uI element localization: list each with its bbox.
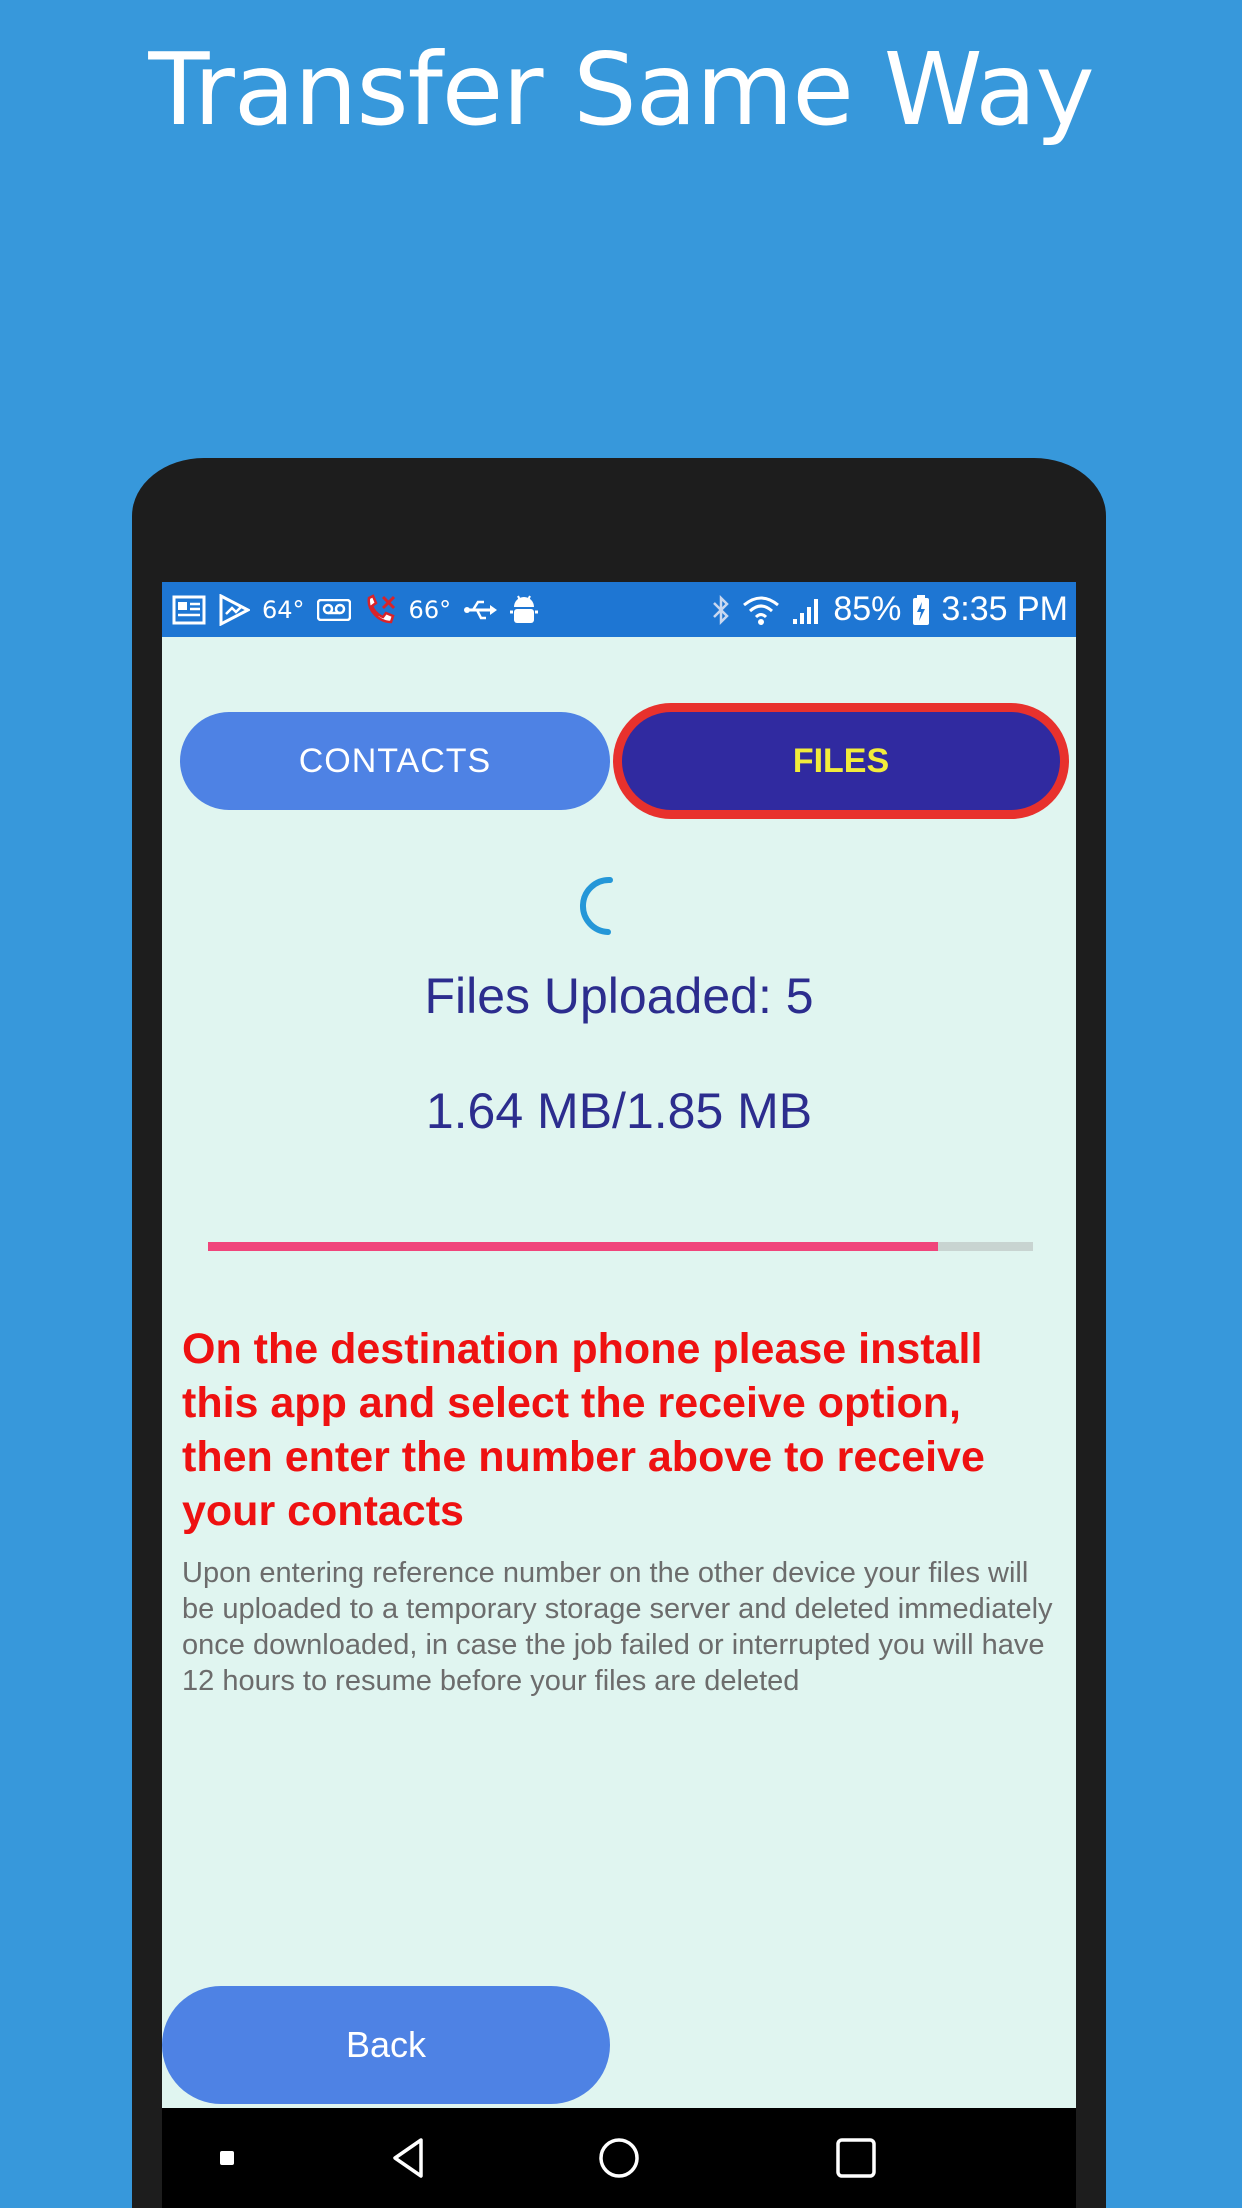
voicemail-icon — [316, 598, 351, 621]
transfer-size: 1.64 MB/1.85 MB — [425, 1083, 813, 1139]
news-icon — [172, 595, 206, 625]
back-icon[interactable] — [379, 2128, 439, 2188]
app-screen: 64° 66° 85% 3:35 PM CONTACTS FILES Files… — [162, 582, 1076, 2208]
files-uploaded-count: Files Uploaded: 5 — [424, 968, 814, 1024]
status-bar-right: 85% 3:35 PM — [711, 582, 1068, 637]
home-icon[interactable] — [589, 2128, 649, 2188]
tab-files[interactable]: FILES — [622, 712, 1060, 810]
status-bar-left: 64° 66° — [172, 582, 539, 637]
battery-percent: 85% — [833, 590, 902, 628]
battery-icon — [911, 594, 931, 626]
storage-info-text: Upon entering reference number on the ot… — [182, 1557, 1053, 1697]
weather-temp-2: 66° — [408, 595, 452, 624]
upload-progress-bar — [208, 1242, 1033, 1251]
android-nav-bar — [162, 2108, 1076, 2208]
upload-progress-fill — [208, 1242, 939, 1251]
promo-title: Transfer Same Way — [148, 31, 1094, 148]
usb-icon — [463, 598, 498, 622]
destination-instructions: On the destination phone please install … — [182, 1325, 985, 1535]
recent-dot-icon — [197, 2128, 257, 2188]
clock: 3:35 PM — [941, 590, 1068, 628]
tab-contacts[interactable]: CONTACTS — [180, 712, 610, 810]
play-store-icon — [218, 593, 250, 626]
missed-call-icon — [363, 593, 397, 626]
android-debug-icon — [509, 594, 539, 626]
loading-spinner-icon — [580, 876, 613, 935]
overview-icon[interactable] — [826, 2128, 886, 2188]
bluetooth-icon — [711, 594, 731, 626]
wifi-icon — [741, 594, 781, 626]
signal-icon — [791, 595, 823, 625]
weather-temp-1: 64° — [262, 595, 305, 624]
back-button[interactable]: Back — [162, 1986, 610, 2104]
status-bar: 64° 66° 85% 3:35 PM — [162, 582, 1076, 637]
